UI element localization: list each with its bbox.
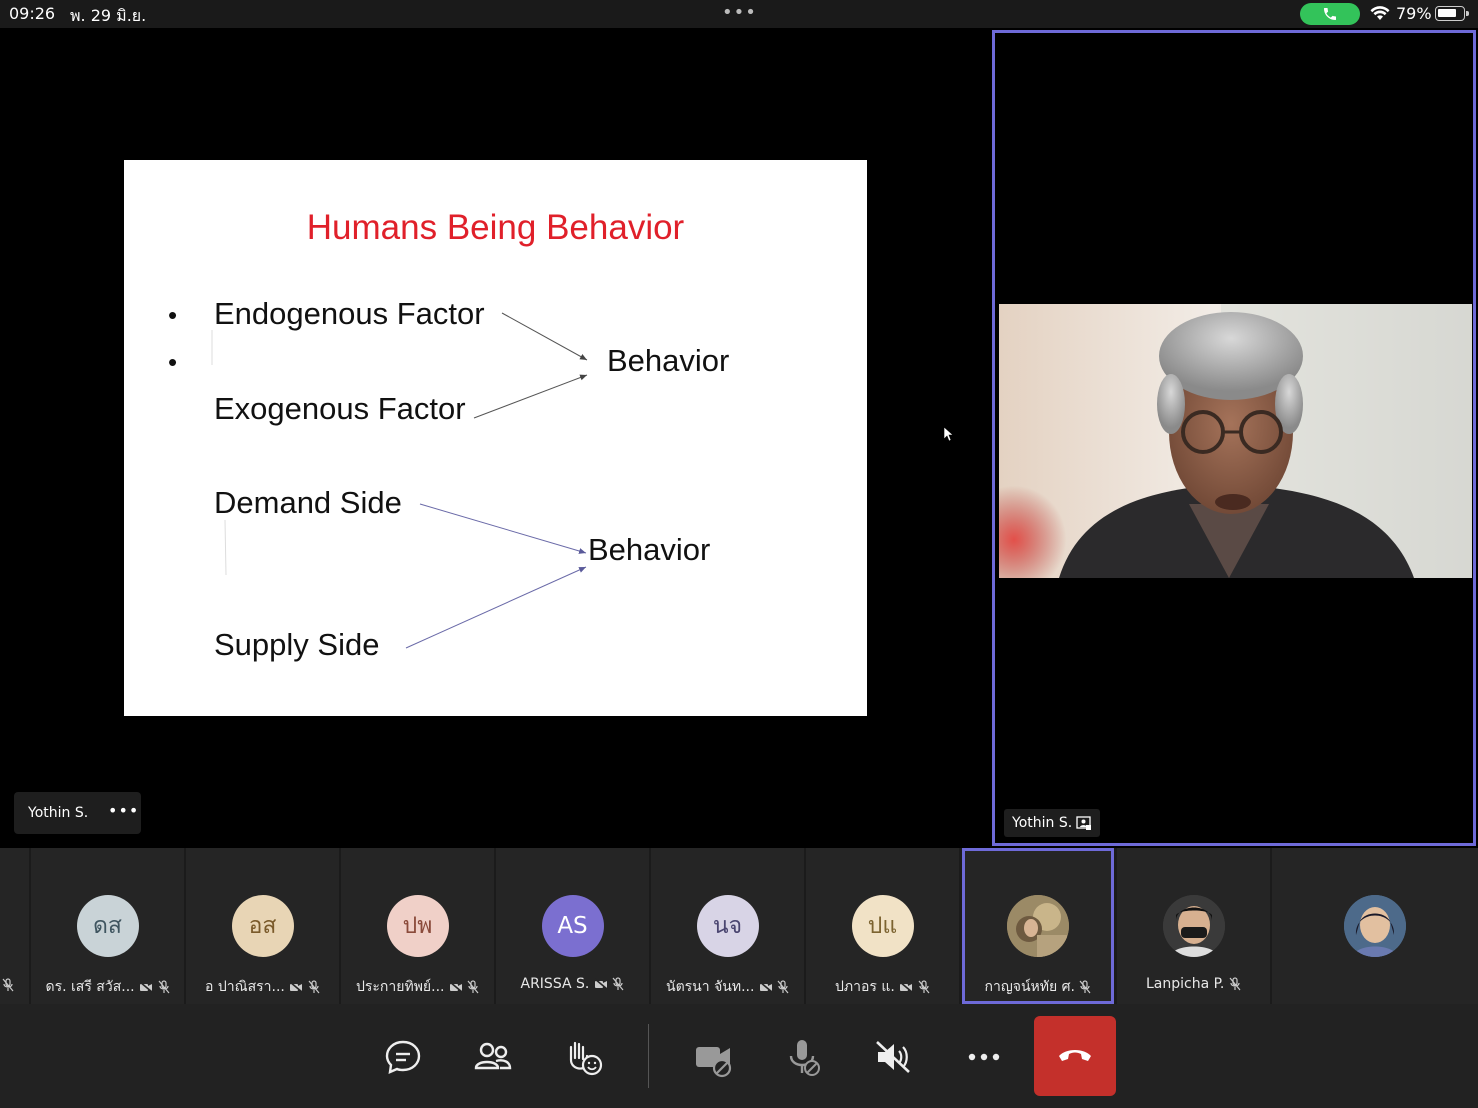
participant-avatar: อส xyxy=(231,895,294,957)
participant-avatar: ปแ xyxy=(851,895,914,957)
video-off-icon xyxy=(759,981,773,993)
participant-name: ดร. เสรี สวัส... xyxy=(46,976,170,998)
participant-tile[interactable] xyxy=(1272,848,1478,1004)
wifi-icon xyxy=(1370,6,1390,20)
mic-off-icon xyxy=(612,977,624,991)
mic-off-icon xyxy=(777,980,789,994)
battery-percent: 79% xyxy=(1396,4,1432,23)
controls-divider xyxy=(648,1024,649,1088)
participant-tile[interactable]: AS ARISSA S. xyxy=(496,848,649,1004)
mic-off-icon xyxy=(918,980,930,994)
slide-arrows xyxy=(211,312,588,649)
participant-name-label: ARISSA S. xyxy=(520,976,590,992)
call-controls-bar xyxy=(0,1004,1478,1108)
status-time: 09:26 xyxy=(9,4,56,23)
multitask-dots[interactable]: ••• xyxy=(722,2,757,23)
participant-name-label: ประกายทิพย์... xyxy=(356,979,445,995)
more-options-icon[interactable]: ••• xyxy=(108,801,139,820)
presenter-video-image xyxy=(999,304,1472,578)
sharer-name: Yothin S. xyxy=(28,805,89,821)
presenter-name: Yothin S. xyxy=(1012,815,1073,831)
mic-off-icon xyxy=(467,980,479,994)
sharer-name-tag[interactable]: Yothin S. ••• xyxy=(14,792,141,834)
mic-off-icon xyxy=(1229,977,1241,991)
phone-icon xyxy=(1324,8,1336,20)
hang-up-button[interactable] xyxy=(1034,1016,1116,1096)
mic-off-icon[interactable] xyxy=(776,1030,830,1084)
reactions-icon[interactable] xyxy=(557,1030,611,1084)
participant-tile[interactable]: ดสดร. เสรี สวัส... xyxy=(31,848,184,1004)
presenter-video-feed xyxy=(999,304,1472,578)
participant-name-label: อ ปาณิสรา... xyxy=(205,979,285,995)
presenter-video-panel[interactable]: Yothin S. xyxy=(992,30,1476,846)
participants-strip: ดสดร. เสรี สวัส... อสอ ปาณิสรา... ปพประก… xyxy=(0,848,1478,1004)
participant-tile-partial[interactable] xyxy=(0,848,29,1004)
screen-share-icon xyxy=(1076,815,1092,830)
participant-name: ARISSA S. xyxy=(521,976,625,992)
more-icon[interactable] xyxy=(957,1030,1011,1084)
participant-tile[interactable]: นจนัตรนา จันท... xyxy=(651,848,804,1004)
participant-name-label: ดร. เสรี สวัส... xyxy=(45,979,135,995)
participant-avatar xyxy=(1162,895,1225,957)
participant-avatar: ปพ xyxy=(386,895,449,957)
video-off-icon xyxy=(139,981,153,993)
mic-off-icon xyxy=(308,980,320,994)
participant-name: กาญจน์หทัย ศ. xyxy=(985,976,1092,998)
mic-off-icon xyxy=(158,980,169,994)
video-off-icon xyxy=(449,981,463,993)
participant-name-label: นัตรนา จันท... xyxy=(666,979,755,995)
participant-avatar: AS xyxy=(541,895,604,957)
participant-name: ปภาอร แ. xyxy=(835,976,930,998)
presenter-name-tag: Yothin S. xyxy=(1004,809,1101,837)
people-icon[interactable] xyxy=(466,1030,520,1084)
participant-name: อ ปาณิสรา... xyxy=(205,976,320,998)
participant-name-label: กาญจน์หทัย ศ. xyxy=(984,979,1076,995)
status-bar: 09:26 พ. 29 มิ.ย. ••• 79% xyxy=(0,0,1478,28)
participant-name: นัตรนา จันท... xyxy=(666,976,789,998)
participant-tile[interactable]: ปแปภาอร แ. xyxy=(806,848,959,1004)
participant-tile[interactable]: อสอ ปาณิสรา... xyxy=(186,848,339,1004)
mic-off-icon xyxy=(1079,980,1091,994)
shared-slide: Humans Being Behavior • • Endogenous Fac… xyxy=(124,160,867,716)
hang-up-icon xyxy=(1059,1050,1091,1061)
camera-off-icon[interactable] xyxy=(686,1030,740,1084)
participant-avatar xyxy=(1344,895,1406,957)
participant-name: Lanpicha P. xyxy=(1146,976,1241,992)
participant-name-label: Lanpicha P. xyxy=(1146,976,1225,992)
video-off-icon xyxy=(899,981,913,993)
mic-off-icon xyxy=(2,978,14,992)
mouse-cursor-icon xyxy=(944,427,954,442)
participant-avatar: นจ xyxy=(696,895,759,957)
video-off-icon xyxy=(289,981,303,993)
status-date: พ. 29 มิ.ย. xyxy=(70,6,147,25)
participant-name-label: ปภาอร แ. xyxy=(835,979,895,995)
chat-icon[interactable] xyxy=(376,1030,430,1084)
active-call-pill[interactable] xyxy=(1300,3,1360,25)
participant-tile[interactable]: Lanpicha P. xyxy=(1117,848,1270,1004)
video-off-icon xyxy=(594,978,608,990)
participant-tile[interactable]: กาญจน์หทัย ศ. xyxy=(962,848,1114,1004)
speaker-off-icon[interactable] xyxy=(867,1030,921,1084)
participant-tile[interactable]: ปพประกายทิพย์... xyxy=(341,848,494,1004)
battery-icon xyxy=(1435,6,1469,21)
participant-avatar: ดส xyxy=(76,895,139,957)
participant-name: ประกายทิพย์... xyxy=(356,976,479,998)
participant-avatar xyxy=(1007,895,1069,957)
